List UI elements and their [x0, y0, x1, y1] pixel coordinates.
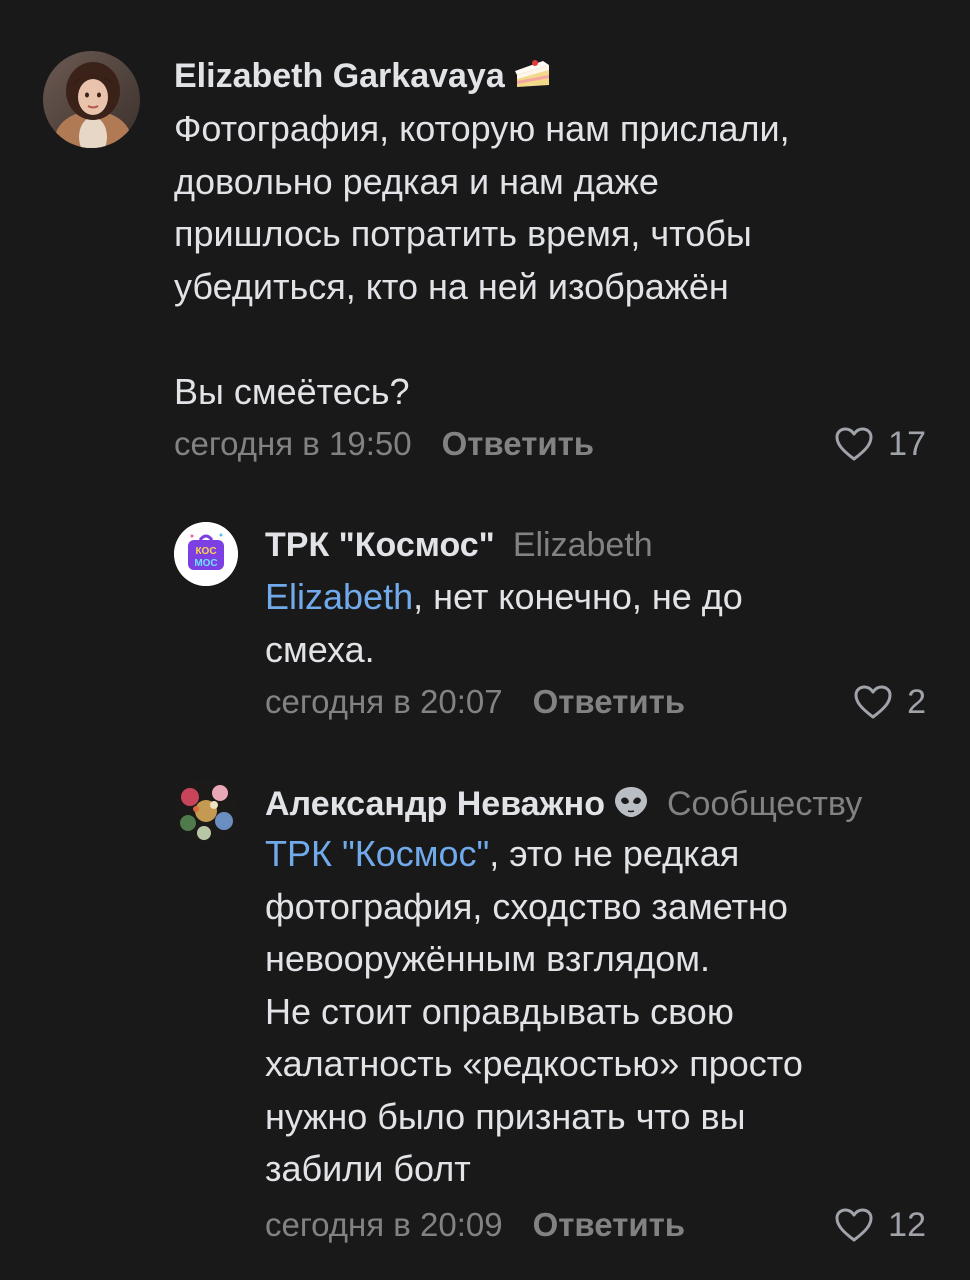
like-count: 17	[888, 425, 926, 463]
comment: Elizabeth Garkavaya Фотография, которую …	[0, 0, 970, 480]
like-count: 2	[907, 683, 926, 721]
avatar[interactable]	[174, 779, 238, 843]
author-line: Александр Неважно Сообществу	[265, 784, 862, 828]
like-count: 12	[888, 1206, 926, 1244]
comment-time: сегодня в 20:07	[265, 683, 503, 720]
comment-reply: Александр Неважно Сообществу ТРК "Космос…	[0, 750, 970, 1280]
comment-meta: сегодня в 20:09 Ответить	[265, 1205, 685, 1245]
comment-text: ТРК "Космос", это не редкая фотография, …	[265, 828, 945, 1196]
comment-body: , это не редкая фотография, сходство зам…	[265, 833, 803, 1189]
heart-icon	[854, 685, 892, 719]
author-line: ТРК "Космос" Elizabeth	[265, 525, 653, 565]
comment-text: Elizabeth, нет конечно, не до смеха.	[265, 571, 935, 676]
author-line: Elizabeth Garkavaya	[174, 56, 553, 100]
heart-icon	[835, 1208, 873, 1242]
mention-link[interactable]: Elizabeth	[265, 576, 413, 617]
cake-icon	[513, 57, 553, 100]
like-button[interactable]: 2	[853, 682, 926, 722]
comment-meta: сегодня в 20:07 Ответить	[265, 682, 685, 722]
alien-icon	[613, 785, 649, 828]
like-button[interactable]: 17	[834, 424, 926, 464]
comment-reply: КОС МОС ТРК "Космос" Elizabeth Elizabeth,…	[0, 480, 970, 750]
comment-meta: сегодня в 19:50 Ответить	[174, 424, 594, 464]
mention-link[interactable]: ТРК "Космос"	[265, 833, 489, 874]
comment-text: Фотография, которую нам прислали, доволь…	[174, 108, 790, 412]
comment-time: сегодня в 20:09	[265, 1206, 503, 1243]
like-button[interactable]: 12	[834, 1205, 926, 1245]
heart-icon	[835, 427, 873, 461]
svg-text:МОС: МОС	[194, 558, 217, 569]
reply-to[interactable]: Elizabeth	[513, 526, 653, 564]
avatar[interactable]	[43, 51, 140, 148]
svg-text:КОС: КОС	[195, 546, 216, 557]
author-name[interactable]: Александр Неважно	[265, 785, 605, 823]
author-name[interactable]: Elizabeth Garkavaya	[174, 57, 505, 95]
author-name[interactable]: ТРК "Космос"	[265, 526, 495, 564]
reply-button[interactable]: Ответить	[533, 683, 686, 720]
reply-to[interactable]: Сообществу	[667, 785, 862, 823]
reply-button[interactable]: Ответить	[533, 1206, 686, 1243]
avatar[interactable]: КОС МОС	[174, 522, 238, 586]
comment-time: сегодня в 19:50	[174, 425, 412, 462]
reply-button[interactable]: Ответить	[442, 425, 595, 462]
